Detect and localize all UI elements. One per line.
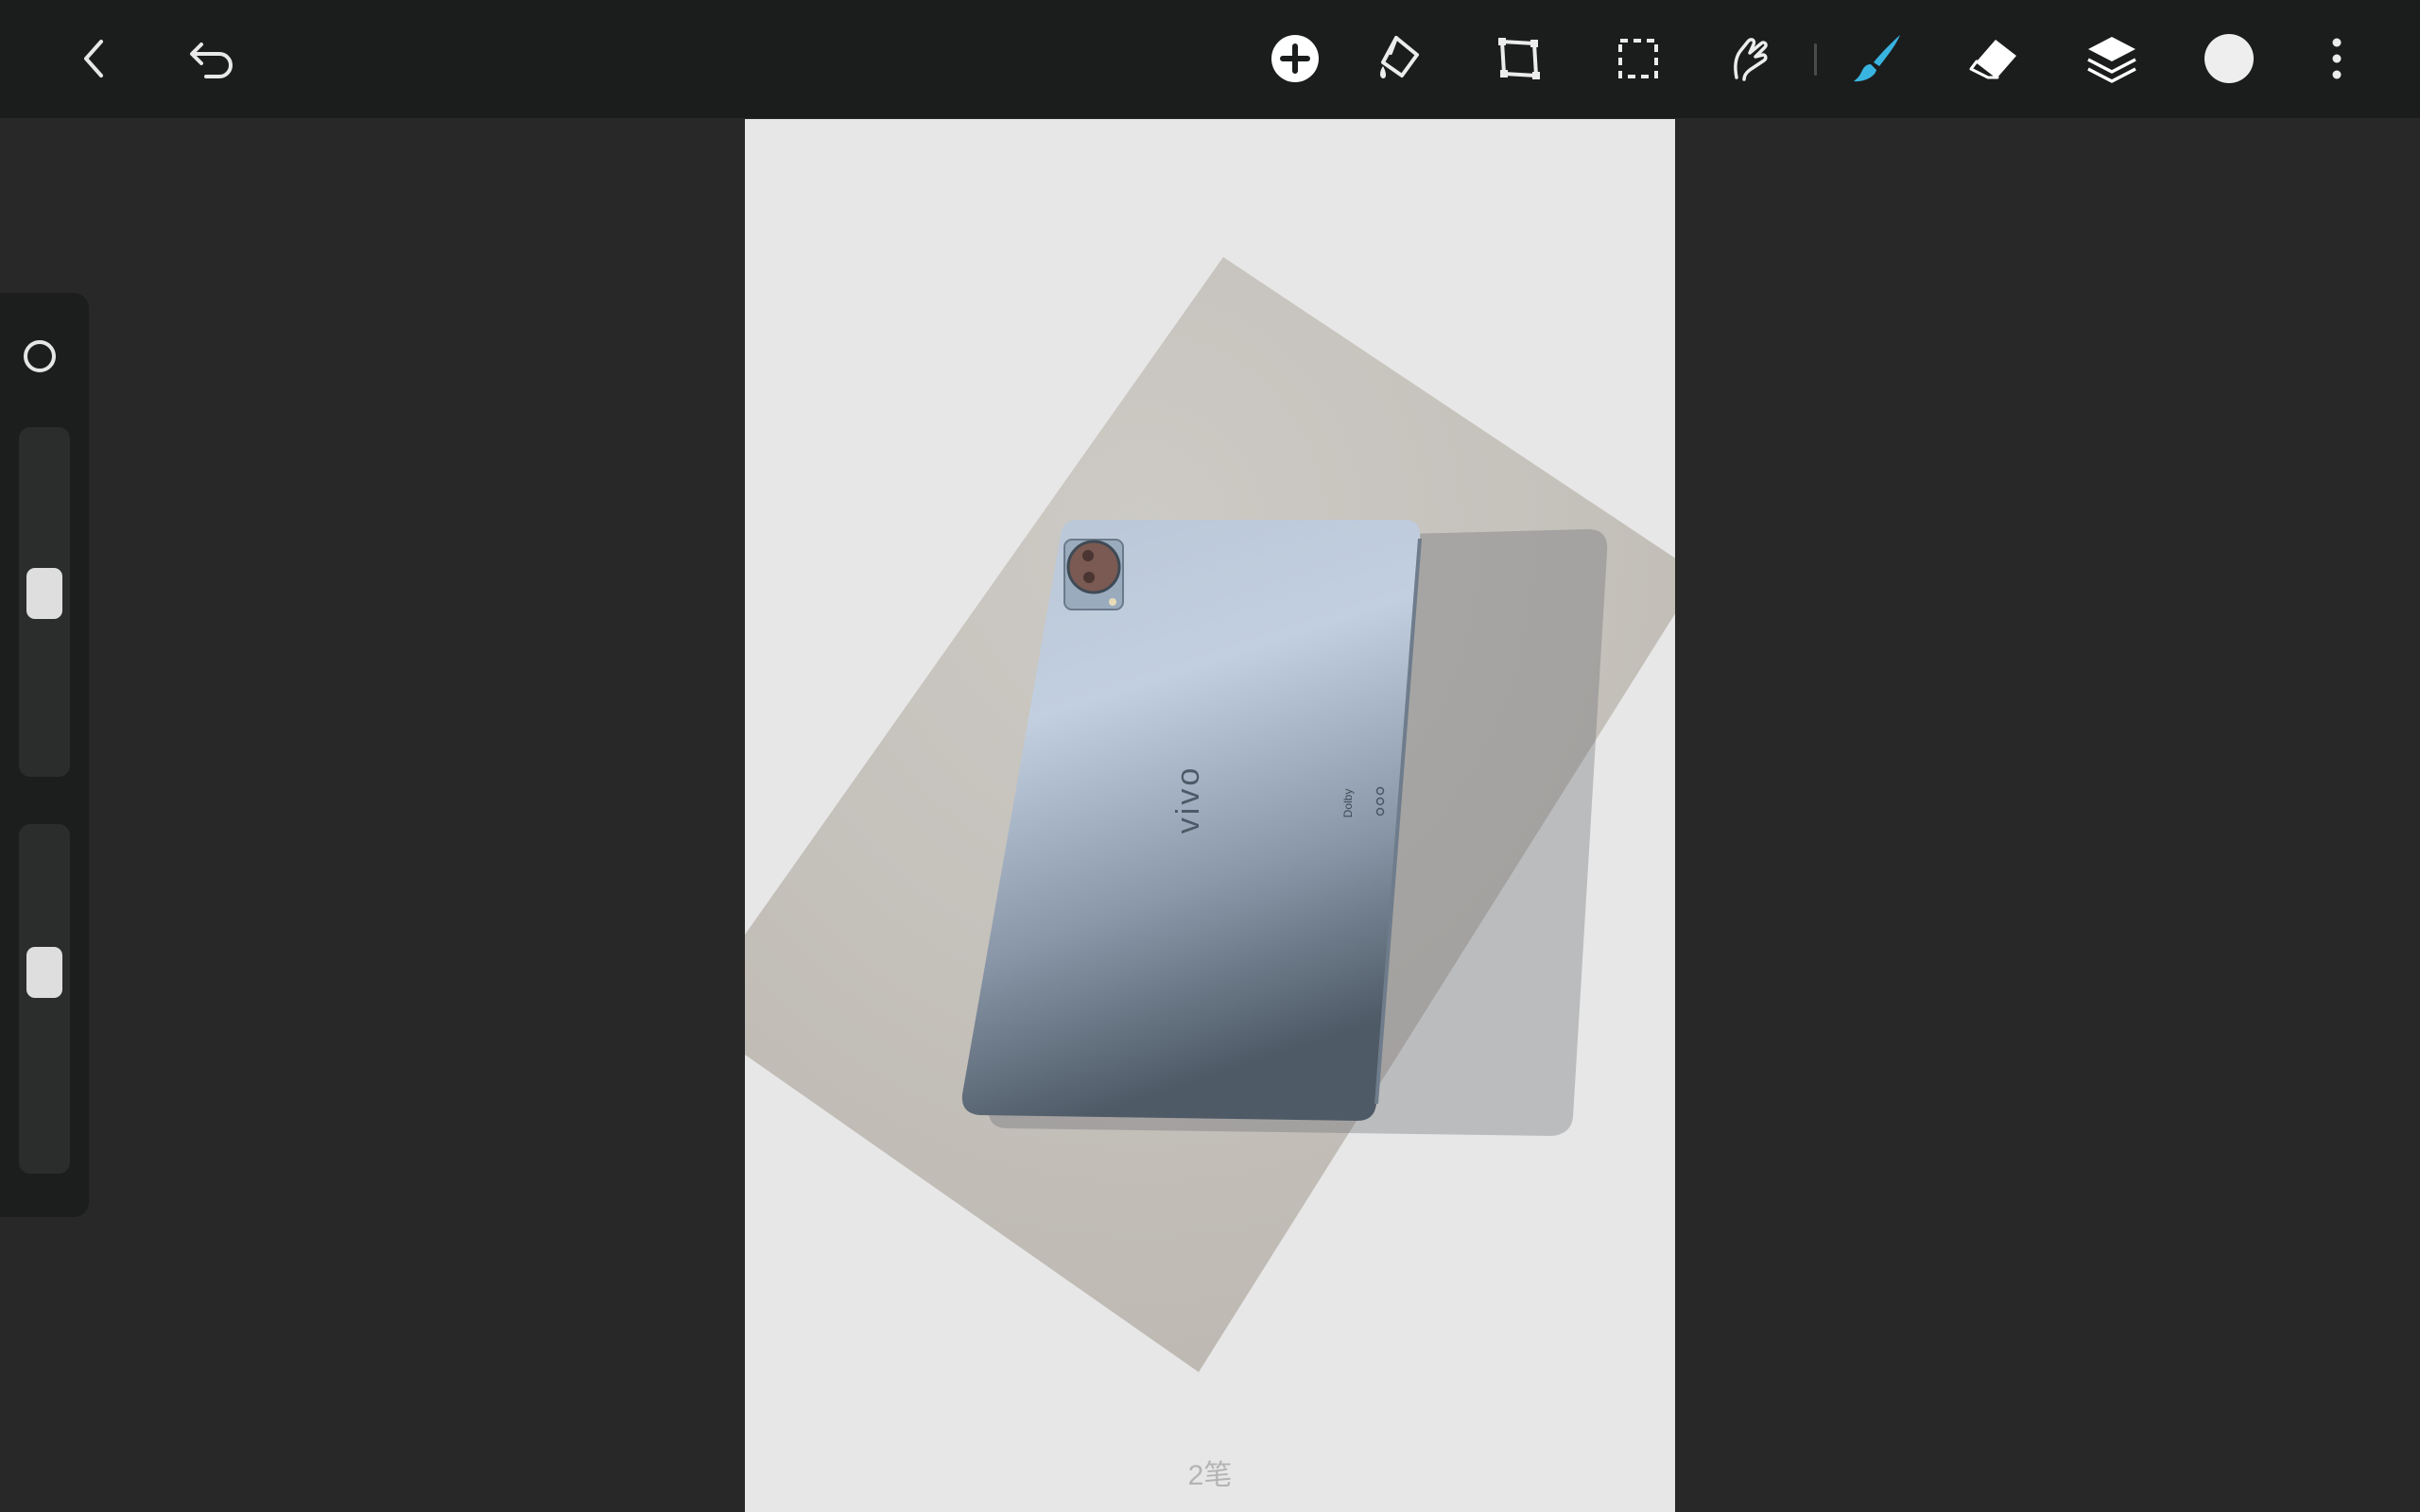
- more-button[interactable]: [2299, 21, 2375, 96]
- brush-opacity-slider[interactable]: [19, 824, 70, 1174]
- brush-tool-button[interactable]: [1840, 21, 1915, 96]
- finger-smudge-icon: [1734, 38, 1768, 81]
- plus-circle-icon: [1271, 35, 1319, 82]
- undo-button[interactable]: [175, 21, 251, 96]
- undo-arrow-icon: [190, 43, 233, 78]
- toolbar-divider: [1814, 43, 1817, 76]
- back-button[interactable]: [57, 21, 132, 96]
- selection-tool-button[interactable]: [1600, 21, 1676, 96]
- dashed-selection-icon: [1618, 39, 1658, 78]
- chevron-left-icon: [84, 40, 103, 77]
- drawing-canvas[interactable]: vivo Dolby 2笔: [745, 119, 1675, 1512]
- eraser-icon: [1969, 40, 2016, 79]
- add-button[interactable]: [1257, 21, 1333, 96]
- transform-tool-button[interactable]: [1481, 21, 1557, 96]
- stroke-count-label: 2笔: [1187, 1460, 1233, 1491]
- fill-tool-button[interactable]: [1363, 21, 1439, 96]
- paint-bucket-icon: [1380, 36, 1419, 78]
- transform-frame-icon: [1498, 38, 1540, 79]
- eraser-tool-button[interactable]: [1956, 21, 2031, 96]
- tablet-brand-logo: vivo: [1170, 765, 1206, 833]
- brush-size-slider[interactable]: [19, 427, 70, 777]
- camera-module: [1063, 539, 1124, 610]
- layers-button[interactable]: [2074, 21, 2150, 96]
- more-vertical-icon: [2332, 38, 2342, 79]
- color-button[interactable]: [2204, 34, 2254, 83]
- canvas-artwork: vivo Dolby: [745, 257, 1675, 1372]
- top-toolbar: [0, 0, 2420, 118]
- brush-side-panel: [0, 293, 89, 1217]
- dolby-label: Dolby: [1341, 789, 1355, 818]
- brush-size-slider-thumb[interactable]: [26, 568, 62, 619]
- layers-icon: [2087, 37, 2136, 83]
- brush-opacity-slider-thumb[interactable]: [26, 947, 62, 998]
- circle-outline-icon[interactable]: [24, 340, 56, 372]
- brush-icon: [1854, 35, 1900, 82]
- smudge-tool-button[interactable]: [1711, 21, 1787, 96]
